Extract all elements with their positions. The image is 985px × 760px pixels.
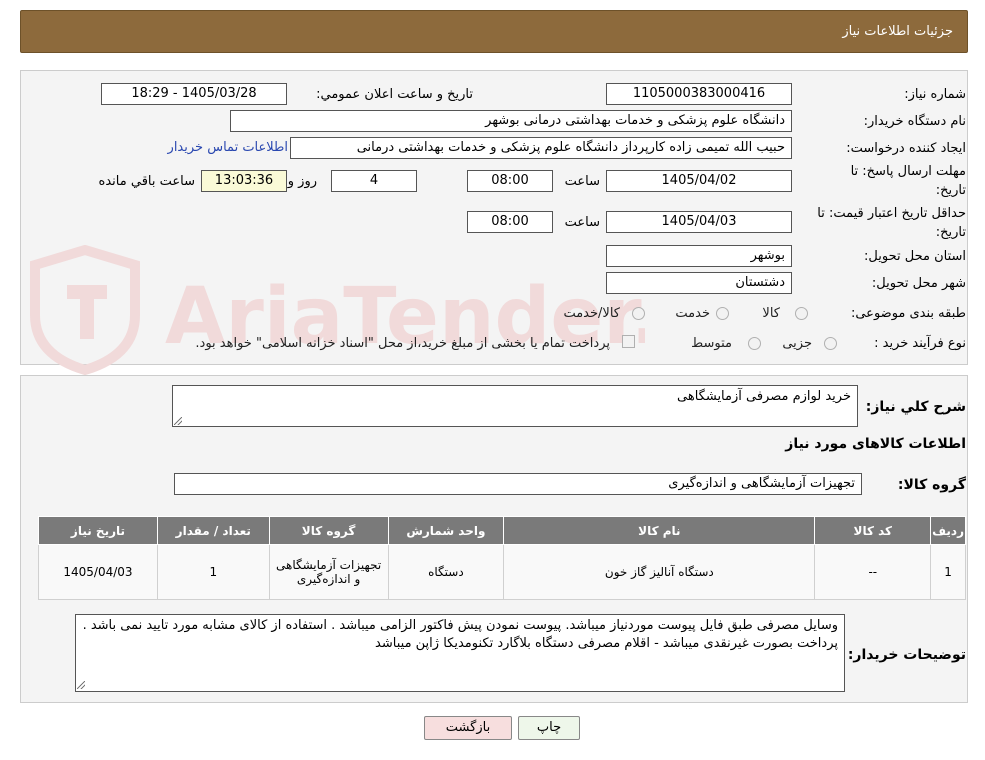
- col-date: تاريخ نياز: [38, 516, 158, 545]
- buyer-notes-field: وسایل مصرفی طبق فایل پیوست موردنیاز میبا…: [75, 614, 845, 692]
- reply-deadline-label-date: تاریخ:: [935, 183, 966, 198]
- city-label: شهر محل تحویل:: [871, 276, 966, 291]
- buyer-notes-label: توضیحات خریدار:: [847, 647, 966, 663]
- col-unit: واحد شمارش: [387, 516, 505, 545]
- goods-group-label: گروه کالا:: [897, 477, 966, 493]
- process-minor-label: جزیی: [782, 336, 812, 351]
- description-text: خرید لوازم مصرفی آزمایشگاهی: [677, 389, 851, 404]
- process-medium-radio[interactable]: [748, 337, 761, 350]
- reply-time-field: 08:00: [467, 170, 553, 192]
- back-button[interactable]: بازگشت: [424, 716, 512, 740]
- price-time-label: ساعت: [564, 215, 600, 230]
- col-group: گروه کالا: [268, 516, 389, 545]
- remaining-time-label: ساعت باقي مانده: [98, 174, 195, 189]
- process-minor-radio[interactable]: [824, 337, 837, 350]
- page-header: جزئیات اطلاعات نیاز: [20, 10, 968, 53]
- buyer-notes-resize-grip[interactable]: [77, 681, 85, 689]
- print-button[interactable]: چاپ: [518, 716, 580, 740]
- treasury-checkbox[interactable]: [622, 335, 635, 348]
- cell-code: --: [814, 544, 932, 600]
- price-validity-label: حداقل تاریخ اعتبار قیمت: تا: [817, 206, 966, 221]
- buyer-org-field: دانشگاه علوم پزشکی و خدمات بهداشتی درمان…: [230, 110, 792, 132]
- announce-date-field: 1405/03/28 - 18:29: [101, 83, 287, 105]
- page-title: جزئیات اطلاعات نیاز: [842, 24, 953, 39]
- requester-field: حبیب الله تمیمی زاده کارپرداز دانشگاه عل…: [290, 137, 792, 159]
- cell-qty: 1: [156, 544, 270, 600]
- need-number-field: 1105000383000416: [606, 83, 792, 105]
- cell-unit: دستگاه: [387, 544, 505, 600]
- price-time-field: 08:00: [467, 211, 553, 233]
- buyer-org-label: نام دستگاه خريدار:: [863, 114, 966, 129]
- treasury-note: پرداخت تمام یا بخشی از مبلغ خرید،از محل …: [195, 336, 610, 351]
- items-table: رديف کد کالا نام کالا واحد شمارش گروه کا…: [38, 516, 966, 600]
- remaining-time-field: 13:03:36: [201, 170, 287, 192]
- col-code: کد کالا: [814, 516, 932, 545]
- goods-group-field: تجهیزات آزمایشگاهی و اندازه‌گیری: [174, 473, 862, 495]
- description-field: خرید لوازم مصرفی آزمایشگاهی: [172, 385, 858, 427]
- requester-label: ايجاد کننده درخواست:: [846, 141, 966, 156]
- reply-date-field: 1405/04/02: [606, 170, 792, 192]
- description-label: شرح کلي نياز:: [865, 399, 966, 415]
- days-field: 4: [331, 170, 417, 192]
- category-both-label: کالا/خدمت: [563, 306, 620, 321]
- buyer-contact-link[interactable]: اطلاعات تماس خريدار: [168, 140, 288, 155]
- process-type-label: نوع فرآیند خرید :: [874, 336, 966, 351]
- category-label: طبقه بندی موضوعی:: [850, 306, 966, 321]
- reply-time-label: ساعت: [564, 174, 600, 189]
- process-medium-label: متوسط: [691, 336, 732, 351]
- col-row: رديف: [930, 516, 966, 545]
- province-field: بوشهر: [606, 245, 792, 267]
- cell-name: دستگاه آنالیز گاز خون: [503, 544, 816, 600]
- cell-row: 1: [930, 544, 966, 600]
- category-goods-radio[interactable]: [795, 307, 808, 320]
- announce-date-label: تاریخ و ساعت اعلان عمومي:: [316, 87, 473, 102]
- category-both-radio[interactable]: [632, 307, 645, 320]
- col-qty: تعداد / مقدار: [156, 516, 270, 545]
- price-validity-label-date: تاریخ:: [935, 225, 966, 240]
- goods-section-title: اطلاعات کالاهای مورد نياز: [785, 436, 966, 452]
- cell-date: 1405/04/03: [38, 544, 158, 600]
- description-resize-grip[interactable]: [174, 417, 182, 425]
- buyer-notes-text: وسایل مصرفی طبق فایل پیوست موردنیاز میبا…: [82, 618, 838, 651]
- cell-group: تجهیزات آزمایشگاهی و اندازه‌گیری: [268, 544, 389, 600]
- category-service-label: خدمت: [675, 306, 710, 321]
- col-name: نام کالا: [503, 516, 816, 545]
- price-date-field: 1405/04/03: [606, 211, 792, 233]
- items-table-header: رديف کد کالا نام کالا واحد شمارش گروه کا…: [38, 516, 966, 545]
- table-row: 1 -- دستگاه آنالیز گاز خون دستگاه تجهیزا…: [38, 544, 966, 600]
- items-table-wrapper: رديف کد کالا نام کالا واحد شمارش گروه کا…: [38, 516, 966, 600]
- city-field: دشتستان: [606, 272, 792, 294]
- reply-deadline-label: مهلت ارسال پاسخ: تا: [850, 164, 966, 179]
- days-label: روز و: [287, 174, 317, 189]
- category-goods-label: کالا: [762, 306, 780, 321]
- category-service-radio[interactable]: [716, 307, 729, 320]
- province-label: استان محل تحویل:: [864, 249, 966, 264]
- need-number-label: شماره نیاز:: [904, 87, 966, 102]
